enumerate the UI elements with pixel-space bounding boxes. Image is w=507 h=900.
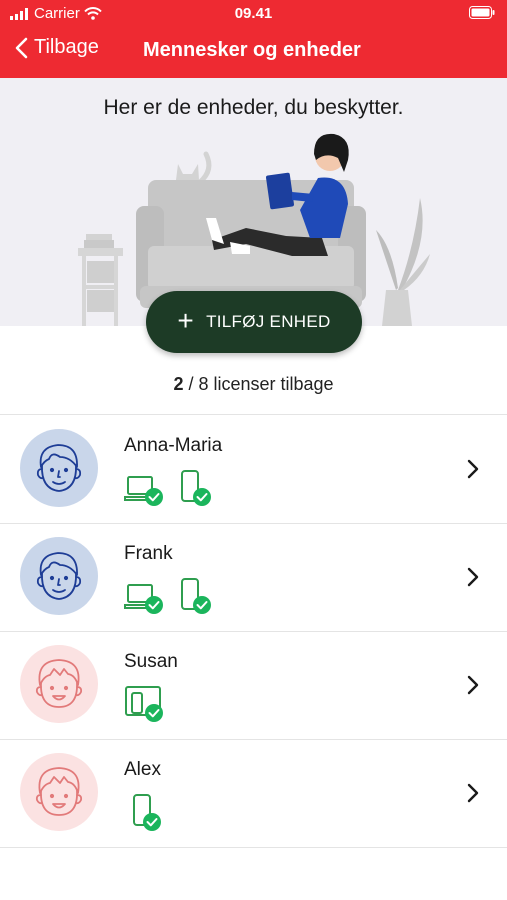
chevron-right-icon <box>467 459 479 479</box>
app-header: Carrier 09.41 Tilbage Mennesker og enhed… <box>0 0 507 78</box>
divider <box>0 631 507 632</box>
tablet-phone-check-icon <box>125 686 163 722</box>
chevron-left-icon <box>15 37 28 58</box>
plus-icon: + <box>177 304 195 336</box>
device-list <box>124 469 212 507</box>
page-title: Mennesker og enheder <box>143 39 361 61</box>
divider <box>0 847 507 848</box>
phone-check-icon <box>181 578 211 614</box>
avatar <box>20 429 98 507</box>
device-list <box>124 685 166 723</box>
add-device-label: TILFØJ ENHED <box>206 312 331 331</box>
person-row-susan[interactable]: Susan <box>0 633 507 741</box>
person-name: Alex <box>124 759 161 780</box>
chevron-right-icon <box>467 783 479 803</box>
licenses-rest: / 8 licenser tilbage <box>183 374 334 394</box>
laptop-check-icon <box>124 584 163 614</box>
battery-icon <box>469 6 495 24</box>
laptop-check-icon <box>124 476 163 506</box>
person-name: Frank <box>124 543 173 564</box>
add-device-button[interactable]: + TILFØJ ENHED <box>146 291 362 353</box>
phone-check-icon <box>133 794 161 831</box>
avatar <box>20 753 98 831</box>
person-row-anna-maria[interactable]: Anna-Maria <box>0 417 507 525</box>
hero-heading: Her er de enheder, du beskytter. <box>103 96 404 119</box>
chevron-right-icon <box>467 675 479 695</box>
divider <box>0 739 507 740</box>
male-face-icon <box>36 444 82 492</box>
license-counter: 2 / 8 licenser tilbage <box>0 374 507 395</box>
navigation-bar: Tilbage Mennesker og enheder <box>0 34 507 70</box>
status-bar: Carrier 09.41 <box>0 0 507 28</box>
person-name: Anna-Maria <box>124 435 223 456</box>
back-button[interactable]: Tilbage <box>14 36 99 59</box>
male-face-icon <box>36 552 82 600</box>
status-time: 09.41 <box>234 5 273 22</box>
divider <box>0 414 507 415</box>
licenses-used: 2 <box>173 374 184 394</box>
child-face-icon <box>35 767 83 816</box>
person-name: Susan <box>124 651 178 672</box>
back-label: Tilbage <box>34 36 99 58</box>
avatar <box>20 537 98 615</box>
phone-check-icon <box>181 470 211 506</box>
person-row-frank[interactable]: Frank <box>0 525 507 633</box>
avatar <box>20 645 98 723</box>
child-face-icon <box>35 659 83 708</box>
device-list <box>124 577 212 615</box>
chevron-right-icon <box>467 567 479 587</box>
hero-banner: Her er de enheder, du beskytter. <box>0 78 507 326</box>
divider <box>0 523 507 524</box>
device-list <box>124 793 164 833</box>
person-row-alex[interactable]: Alex <box>0 741 507 849</box>
